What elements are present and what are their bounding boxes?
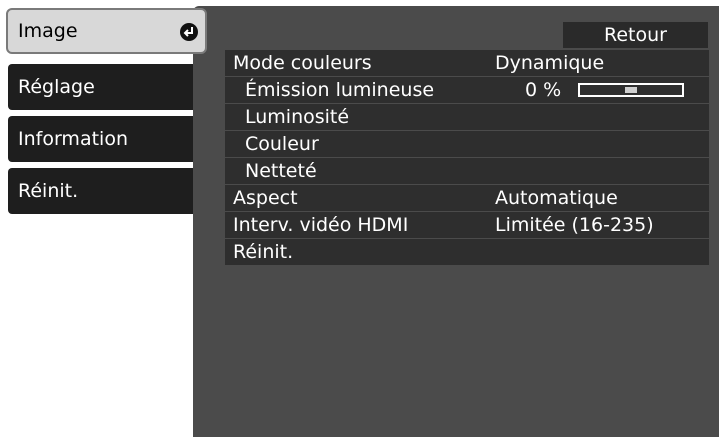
back-button[interactable]: Retour bbox=[563, 22, 708, 48]
tab-information[interactable]: Information bbox=[8, 116, 193, 162]
enter-icon bbox=[180, 23, 198, 41]
settings-menu: Mode couleurs Dynamique Émission lumineu… bbox=[225, 50, 709, 266]
tab-reglage-label: Réglage bbox=[18, 76, 95, 98]
menu-row-value: Automatique bbox=[495, 187, 618, 209]
menu-row-label: Interv. vidéo HDMI bbox=[233, 214, 409, 236]
emission-slider[interactable] bbox=[578, 83, 684, 97]
menu-row-label: Réinit. bbox=[233, 241, 294, 263]
menu-row-value: Limitée (16-235) bbox=[495, 214, 654, 236]
menu-row-luminosite[interactable]: Luminosité bbox=[225, 104, 709, 130]
tab-reinit[interactable]: Réinit. bbox=[8, 168, 193, 214]
tab-image[interactable]: Image bbox=[6, 8, 207, 54]
menu-row-reinit[interactable]: Réinit. bbox=[225, 239, 709, 265]
tab-reinit-label: Réinit. bbox=[18, 180, 79, 202]
menu-row-label: Couleur bbox=[245, 133, 319, 155]
menu-row-value: Dynamique bbox=[495, 52, 605, 74]
menu-row-mode-couleurs[interactable]: Mode couleurs Dynamique bbox=[225, 50, 709, 76]
menu-row-couleur[interactable]: Couleur bbox=[225, 131, 709, 157]
menu-row-label: Mode couleurs bbox=[233, 52, 372, 74]
tab-image-label: Image bbox=[18, 20, 78, 42]
emission-percent-value: 0 % bbox=[525, 79, 562, 101]
menu-row-label: Netteté bbox=[245, 160, 317, 182]
slider-thumb[interactable] bbox=[625, 87, 637, 93]
menu-row-hdmi-range[interactable]: Interv. vidéo HDMI Limitée (16-235) bbox=[225, 212, 709, 238]
menu-row-aspect[interactable]: Aspect Automatique bbox=[225, 185, 709, 211]
menu-row-emission-lumineuse[interactable]: Émission lumineuse 0 % bbox=[225, 77, 709, 103]
menu-row-label: Luminosité bbox=[245, 106, 350, 128]
menu-row-label: Aspect bbox=[233, 187, 298, 209]
tab-reglage[interactable]: Réglage bbox=[8, 64, 193, 110]
menu-row-label: Émission lumineuse bbox=[245, 79, 435, 101]
projector-menu-screen: Image Réglage Information Réinit. Retour… bbox=[0, 0, 720, 437]
tab-information-label: Information bbox=[18, 128, 128, 150]
menu-row-nettete[interactable]: Netteté bbox=[225, 158, 709, 184]
